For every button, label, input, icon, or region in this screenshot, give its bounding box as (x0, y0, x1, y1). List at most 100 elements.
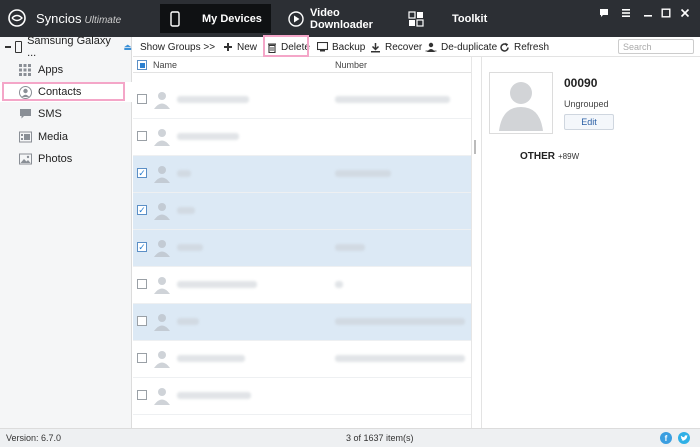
row-checkbox[interactable] (137, 390, 147, 400)
table-row[interactable] (133, 119, 471, 156)
table-header: Name Number (133, 57, 471, 73)
row-checkbox[interactable] (137, 94, 147, 104)
toolbar: Show Groups >> New Delete Backup Recover (133, 37, 700, 57)
contacts-table: Name Number ✓ ✓ ✓ (133, 57, 471, 428)
table-row[interactable]: ✓ (133, 193, 471, 230)
minimize-icon[interactable] (640, 5, 656, 21)
backup-icon (317, 42, 328, 52)
recover-button[interactable]: Recover (370, 37, 422, 57)
sidebar-item-apps-label: Apps (38, 64, 64, 76)
twitter-icon[interactable] (678, 432, 690, 444)
menu-icon[interactable] (618, 5, 634, 21)
syncios-window: Syncios Ultimate My Devices Video Downloa… (0, 0, 700, 447)
delete-label: Delete (281, 41, 310, 53)
row-checkbox[interactable]: ✓ (137, 205, 147, 215)
row-checkbox[interactable] (137, 279, 147, 289)
delete-button[interactable]: Delete (267, 37, 310, 57)
tab-my-devices-label: My Devices (202, 12, 262, 25)
row-checkbox[interactable]: ✓ (137, 168, 147, 178)
status-bar: Version: 6.7.0 3 of 1637 item(s) f (0, 428, 700, 447)
sidebar-item-sms-label: SMS (38, 108, 62, 120)
sidebar-item-apps[interactable]: Apps (0, 60, 132, 80)
edit-button[interactable]: Edit (564, 114, 614, 130)
refresh-label: Refresh (514, 41, 550, 53)
contact-name-redacted (177, 355, 245, 362)
maximize-icon[interactable] (658, 5, 674, 21)
app-name: Syncios (36, 11, 82, 26)
sidebar-item-sms[interactable]: SMS (0, 104, 132, 124)
phone-value: +89W (558, 152, 580, 161)
tab-toolkit-label: Toolkit (452, 12, 488, 25)
sidebar: Samsung Galaxy ... ⏏ Apps Contacts SMS M… (0, 35, 133, 428)
contact-number-redacted (335, 318, 465, 325)
collapse-icon[interactable] (5, 46, 11, 48)
sidebar-item-media[interactable]: Media (0, 127, 132, 147)
device-selector[interactable]: Samsung Galaxy ... ⏏ (0, 35, 133, 59)
contact-name-redacted (177, 133, 239, 140)
facebook-icon[interactable]: f (660, 432, 672, 444)
table-row[interactable] (133, 304, 471, 341)
sidebar-item-contacts[interactable]: Contacts (0, 82, 132, 102)
item-count: 3 of 1637 item(s) (346, 433, 414, 443)
new-button[interactable]: New (223, 37, 257, 57)
contact-name-redacted (177, 96, 249, 103)
refresh-icon (499, 42, 510, 53)
table-row[interactable] (133, 378, 471, 415)
contact-name-redacted (177, 244, 203, 251)
title-bar: Syncios Ultimate My Devices Video Downloa… (0, 0, 700, 37)
column-header-name[interactable]: Name (153, 60, 177, 70)
recover-icon (370, 42, 381, 53)
contact-avatar-icon (154, 351, 170, 368)
backup-button[interactable]: Backup (317, 37, 365, 57)
refresh-button[interactable]: Refresh (499, 37, 549, 57)
device-name: Samsung Galaxy ... (27, 35, 111, 59)
select-all-checkbox[interactable] (137, 60, 147, 70)
contact-detail-panel: 00090 Ungrouped Edit OTHER +89W (481, 57, 700, 428)
phone-icon (170, 10, 180, 27)
contact-avatar-icon (154, 203, 170, 220)
search-input[interactable]: Search (618, 39, 694, 54)
row-checkbox[interactable] (137, 316, 147, 326)
column-header-number[interactable]: Number (335, 60, 367, 70)
device-phone-icon (14, 41, 23, 53)
recover-label: Recover (385, 41, 423, 53)
app-brand: Syncios Ultimate (36, 11, 121, 26)
app-edition: Ultimate (84, 15, 122, 26)
table-row[interactable]: ✓ (133, 156, 471, 193)
sidebar-item-media-label: Media (38, 131, 68, 143)
sidebar-item-photos-label: Photos (38, 153, 73, 165)
contact-name-redacted (177, 170, 191, 177)
chat-icon[interactable] (596, 5, 612, 21)
deduplicate-icon (425, 42, 437, 53)
row-checkbox[interactable] (137, 131, 147, 141)
panel-resize-handle[interactable] (474, 140, 476, 154)
contact-name-redacted (177, 207, 195, 214)
table-row[interactable]: ✓ (133, 230, 471, 267)
contact-name: 00090 (564, 76, 598, 90)
contact-group: Ungrouped (564, 99, 609, 109)
table-row[interactable] (133, 267, 471, 304)
apps-icon (18, 63, 32, 77)
show-groups-button[interactable]: Show Groups >> (140, 37, 215, 57)
search-placeholder: Search (623, 41, 652, 52)
contact-avatar-icon (154, 314, 170, 331)
tab-toolkit[interactable]: Toolkit (408, 4, 488, 33)
eject-icon[interactable]: ⏏ (124, 42, 133, 53)
contact-name-redacted (177, 318, 199, 325)
contact-avatar-icon (154, 166, 170, 183)
contact-name-redacted (177, 392, 251, 399)
sidebar-item-photos[interactable]: Photos (0, 149, 132, 169)
table-row[interactable] (133, 82, 471, 119)
media-icon (18, 130, 32, 144)
table-row[interactable] (133, 341, 471, 378)
toolkit-icon (408, 10, 424, 27)
tab-video-downloader[interactable]: Video Downloader (288, 4, 398, 33)
row-checkbox[interactable] (137, 353, 147, 363)
close-icon[interactable] (677, 5, 693, 21)
row-checkbox[interactable]: ✓ (137, 242, 147, 252)
backup-label: Backup (332, 41, 366, 53)
contact-avatar-icon (154, 277, 170, 294)
tab-my-devices[interactable]: My Devices (160, 4, 271, 33)
sms-icon (18, 107, 32, 121)
deduplicate-button[interactable]: De-duplicate (425, 37, 497, 57)
